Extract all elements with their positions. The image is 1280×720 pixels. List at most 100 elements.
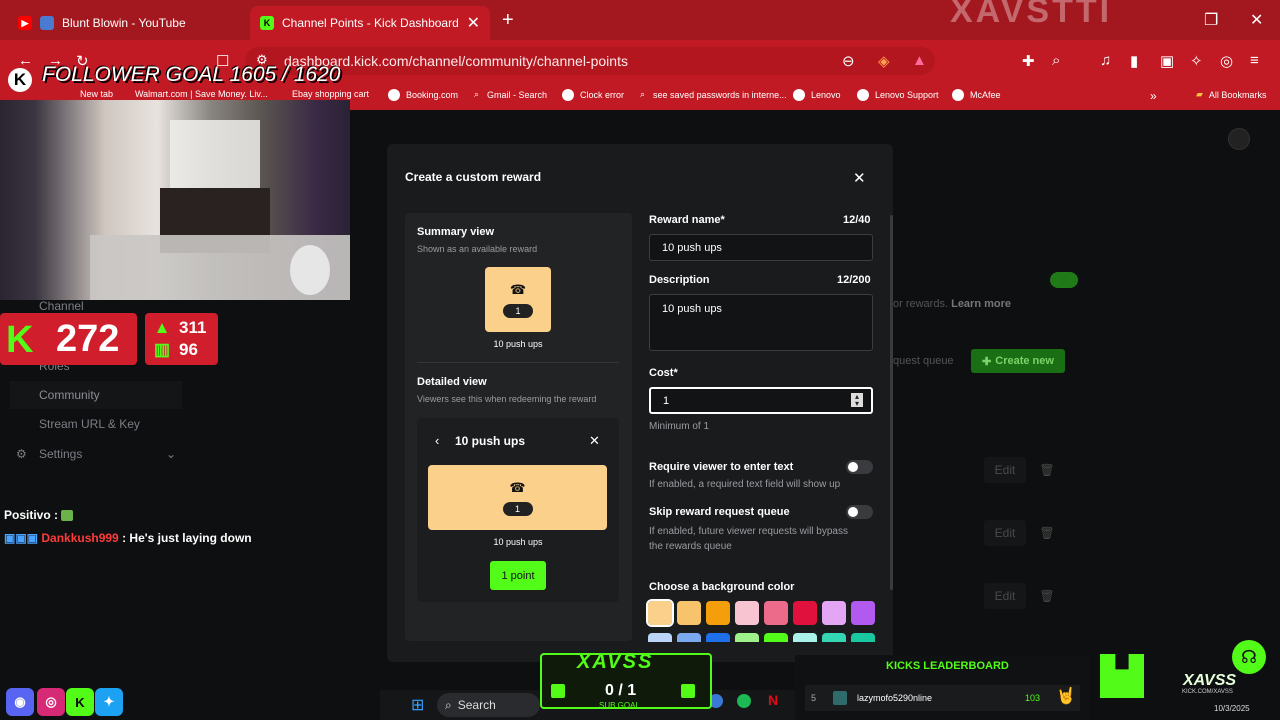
rewards-icon[interactable]: ▲	[912, 52, 927, 69]
headset-icon[interactable]: ☊	[1232, 640, 1266, 674]
reward-name-input[interactable]: 10 push ups	[649, 234, 873, 261]
music-icon[interactable]: ♫	[1100, 52, 1111, 69]
bookmark-mcafee[interactable]: McAfee	[952, 89, 1001, 101]
netflix-icon[interactable]: N	[768, 692, 778, 708]
search-tab-icon[interactable]: ⌕	[1052, 52, 1060, 69]
search-icon: ⌕	[640, 89, 646, 99]
edit-button[interactable]: Edit	[984, 520, 1026, 546]
kick-logo-icon: K	[8, 68, 32, 92]
cost-pill: 1	[502, 501, 533, 516]
zoom-icon[interactable]: ⊖	[842, 52, 855, 70]
windows-start-icon[interactable]: ⊞	[411, 695, 424, 715]
detailed-view-subtitle: Viewers see this when redeeming the rewa…	[417, 394, 597, 404]
bookmark-walmart[interactable]: Walmart.com | Save Money. Liv...	[135, 89, 268, 99]
sidebar-icon[interactable]: ▮	[1130, 52, 1138, 70]
chevron-left-icon[interactable]: ‹	[435, 433, 439, 448]
color-swatch[interactable]	[735, 633, 759, 642]
back-icon[interactable]: ←	[18, 52, 33, 69]
color-swatch[interactable]	[646, 599, 674, 627]
create-new-button[interactable]: ✚ Create new	[971, 349, 1065, 373]
cost-input[interactable]: 1 ▴ ▾	[649, 387, 873, 414]
color-swatch[interactable]	[851, 633, 875, 642]
bookmark-clock-error[interactable]: Clock error	[562, 89, 624, 101]
close-window-icon[interactable]: ✕	[1250, 10, 1263, 30]
require-text-toggle[interactable]	[846, 460, 873, 474]
color-swatch[interactable]	[764, 601, 788, 625]
tab-youtube[interactable]: ▶ Blunt Blowin - YouTube	[8, 6, 248, 40]
reward-name-count: 12/40	[843, 214, 871, 226]
user-avatar[interactable]	[1228, 128, 1250, 150]
menu-icon[interactable]: ≡	[1250, 52, 1259, 69]
color-swatch[interactable]	[851, 601, 875, 625]
wallet-icon[interactable]: ▣	[1160, 52, 1174, 70]
trash-icon[interactable]: 🗑	[1035, 520, 1059, 546]
twitter-icon[interactable]: ✦	[95, 688, 123, 716]
close-tab-icon[interactable]: ✕	[467, 13, 480, 33]
color-swatch[interactable]	[793, 633, 817, 642]
cost-label: Cost*	[649, 367, 678, 379]
bookmark-lenovo-support[interactable]: Lenovo Support	[857, 89, 939, 101]
bookmark-lenovo[interactable]: Lenovo	[793, 89, 841, 101]
stepper-icon[interactable]: ▴ ▾	[851, 393, 863, 408]
discord-icon[interactable]: ◉	[6, 688, 34, 716]
color-swatch[interactable]	[735, 601, 759, 625]
skip-queue-toggle[interactable]	[846, 505, 873, 519]
close-icon[interactable]: ✕	[589, 433, 600, 449]
color-swatch[interactable]	[706, 601, 730, 625]
person-up-icon: ▲	[153, 318, 171, 337]
bookmark-gmail[interactable]: ⌕ Gmail - Search	[474, 89, 547, 100]
plus-icon: ✚	[982, 355, 992, 368]
bookmark-booking[interactable]: Booking.com	[388, 89, 458, 101]
sidebar-item-community[interactable]: Community	[10, 381, 182, 409]
new-tab-button[interactable]: +	[502, 9, 514, 32]
modal-scrollbar[interactable]	[890, 215, 893, 590]
redeem-point-button[interactable]: 1 point	[490, 561, 546, 590]
color-swatch[interactable]	[793, 601, 817, 625]
more-bookmarks-icon[interactable]: »	[1150, 89, 1157, 103]
edit-button[interactable]: Edit	[984, 457, 1026, 483]
edit-button[interactable]: Edit	[984, 583, 1026, 609]
taskbar-search[interactable]: ⌕ Search	[437, 693, 540, 717]
color-swatch[interactable]	[822, 633, 846, 642]
vpn-icon[interactable]: ◎	[1220, 52, 1233, 70]
color-swatch[interactable]	[822, 601, 846, 625]
sub-goal-brand: XAVSS	[577, 651, 654, 673]
sidebar-item-settings[interactable]: ⚙ Settings ⌄	[10, 440, 182, 468]
bookmark-ebay[interactable]: Ebay shopping cart	[292, 89, 369, 99]
trash-icon[interactable]: 🗑	[1035, 457, 1059, 483]
page-icon	[40, 16, 54, 30]
instagram-icon[interactable]: ◎	[37, 688, 65, 716]
rock-hand-icon: 🤘	[1056, 688, 1076, 705]
kick-brand-logo	[1100, 654, 1144, 698]
spotify-icon[interactable]	[737, 694, 751, 708]
kick-k-icon: K	[6, 319, 34, 361]
color-swatch[interactable]	[706, 633, 730, 642]
learn-more-link[interactable]: Learn more	[951, 298, 1011, 310]
request-queue-link[interactable]: quest queue	[893, 355, 954, 367]
description-textarea[interactable]: 10 push ups	[649, 294, 873, 351]
trash-icon[interactable]: 🗑	[1035, 583, 1059, 609]
bookmark-new-tab[interactable]: New tab	[80, 89, 113, 99]
brave-shield-icon[interactable]: ◈	[878, 52, 890, 70]
detailed-reward-header: 10 push ups	[455, 434, 526, 448]
ai-icon[interactable]: ✧	[1190, 52, 1203, 70]
sidebar-item-stream-url[interactable]: Stream URL & Key	[10, 410, 182, 438]
color-swatch[interactable]	[648, 633, 672, 642]
close-icon[interactable]: ✕	[853, 169, 866, 187]
channel-points-toggle[interactable]	[1050, 272, 1078, 288]
color-swatch[interactable]	[677, 633, 701, 642]
all-bookmarks[interactable]: ▰ All Bookmarks	[1196, 89, 1266, 100]
cost-pill: 1	[503, 303, 533, 318]
bookmark-passwords[interactable]: ⌕ see saved passwords in interne...	[640, 89, 787, 100]
kick-icon[interactable]: K	[66, 688, 94, 716]
detailed-view-title: Detailed view	[417, 376, 487, 388]
restore-window-icon[interactable]: ❐	[1204, 10, 1218, 30]
chat-message: ▣▣▣ Dankkush999 : He's just laying down	[4, 531, 252, 545]
search-icon: ⌕	[445, 697, 452, 712]
tab-kick-dashboard[interactable]: K Channel Points - Kick Dashboard ✕	[250, 6, 490, 40]
extensions-icon[interactable]: ✚	[1022, 52, 1035, 70]
search-icon: ⌕	[474, 89, 480, 99]
color-swatch[interactable]	[677, 601, 701, 625]
require-text-sub: If enabled, a required text field will s…	[649, 479, 841, 490]
color-swatch[interactable]	[764, 633, 788, 642]
